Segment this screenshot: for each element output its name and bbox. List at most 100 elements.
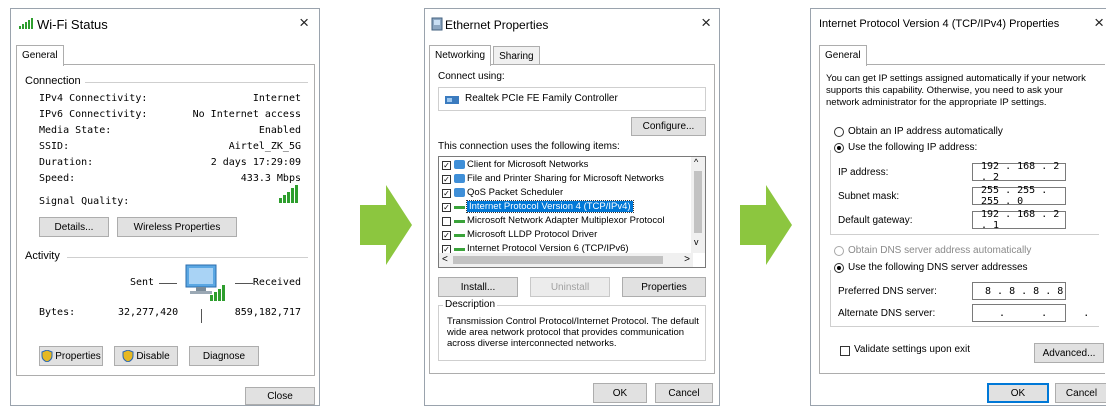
alternate-dns-input[interactable]: . . . bbox=[972, 304, 1089, 322]
list-item[interactable]: Microsoft Network Adapter Multiplexor Pr… bbox=[439, 215, 691, 229]
bytes-received-value: 859,182,717 bbox=[234, 307, 301, 318]
shield-icon bbox=[41, 350, 53, 362]
ip-address-input[interactable]: 192 . 168 . 2 . 2 bbox=[972, 161, 1066, 183]
general-panel: You can get IP settings assigned automat… bbox=[819, 64, 1105, 374]
item-checkbox[interactable]: ✓ bbox=[442, 161, 451, 170]
ipv4-value: Internet bbox=[252, 93, 301, 104]
ipv4-properties-window: Internet Protocol Version 4 (TCP/IPv4) P… bbox=[810, 8, 1106, 406]
item-label: Internet Protocol Version 4 (TCP/IPv4) bbox=[466, 200, 634, 213]
scroll-down-icon[interactable]: v bbox=[694, 237, 699, 247]
network-computer-icon bbox=[185, 264, 225, 301]
protocol-icon bbox=[454, 248, 465, 251]
item-checkbox[interactable]: ✓ bbox=[442, 189, 451, 198]
ok-button[interactable]: OK bbox=[987, 383, 1049, 403]
close-icon[interactable]: × bbox=[299, 13, 309, 33]
tab-strip: General bbox=[16, 45, 64, 66]
tab-strip: General bbox=[819, 45, 867, 66]
default-gateway-label: Default gateway: bbox=[838, 215, 913, 226]
validate-label: Validate settings upon exit bbox=[854, 344, 971, 355]
properties-label: Properties bbox=[55, 350, 101, 362]
details-button[interactable]: Details... bbox=[39, 217, 109, 237]
alternate-dns-label: Alternate DNS server: bbox=[838, 308, 936, 319]
properties-button[interactable]: Properties bbox=[39, 346, 103, 366]
right-arrow-icon bbox=[360, 185, 412, 265]
ip-address-label: IP address: bbox=[838, 167, 889, 178]
signal-bars-icon bbox=[279, 185, 298, 203]
cancel-button[interactable]: Cancel bbox=[1055, 383, 1106, 403]
disable-button[interactable]: Disable bbox=[114, 346, 178, 366]
advanced-button[interactable]: Advanced... bbox=[1034, 343, 1104, 363]
intro-text: You can get IP settings assigned automat… bbox=[826, 73, 1086, 108]
tab-general[interactable]: General bbox=[16, 45, 64, 66]
ipv6-label: IPv6 Connectivity: bbox=[39, 109, 148, 120]
sent-line bbox=[159, 283, 177, 284]
install-button[interactable]: Install... bbox=[438, 277, 518, 297]
list-item[interactable]: ✓ Client for Microsoft Networks bbox=[439, 159, 691, 173]
scrollbar-thumb[interactable] bbox=[453, 256, 663, 264]
obtain-ip-auto-radio[interactable] bbox=[834, 127, 844, 137]
item-checkbox[interactable] bbox=[442, 217, 451, 226]
item-checkbox[interactable]: ✓ bbox=[442, 231, 451, 240]
list-item[interactable]: ✓ Microsoft LLDP Protocol Driver bbox=[439, 229, 691, 243]
wireless-properties-button[interactable]: Wireless Properties bbox=[117, 217, 237, 237]
tab-sharing[interactable]: Sharing bbox=[493, 46, 540, 66]
close-icon[interactable]: × bbox=[1094, 13, 1104, 33]
media-state-value: Enabled bbox=[258, 125, 301, 136]
cancel-button[interactable]: Cancel bbox=[655, 383, 713, 403]
obtain-dns-auto-radio[interactable] bbox=[834, 246, 844, 256]
component-icon bbox=[454, 174, 465, 183]
horizontal-scrollbar[interactable]: < > bbox=[439, 253, 693, 267]
list-item-selected[interactable]: ✓ Internet Protocol Version 4 (TCP/IPv4) bbox=[439, 200, 691, 215]
general-panel: Connection IPv4 Connectivity: Internet I… bbox=[16, 64, 315, 376]
shield-icon bbox=[122, 350, 134, 362]
title-bar: Ethernet Properties × bbox=[425, 9, 719, 39]
sent-label: Sent bbox=[130, 277, 155, 288]
description-label: Description bbox=[443, 299, 498, 310]
window-title: Internet Protocol Version 4 (TCP/IPv4) P… bbox=[819, 18, 1060, 30]
configure-button[interactable]: Configure... bbox=[631, 117, 706, 136]
tab-general[interactable]: General bbox=[819, 45, 867, 66]
item-checkbox[interactable]: ✓ bbox=[442, 203, 451, 212]
diagnose-button[interactable]: Diagnose bbox=[189, 346, 259, 366]
ok-button[interactable]: OK bbox=[593, 383, 647, 403]
subnet-mask-input[interactable]: 255 . 255 . 255 . 0 bbox=[972, 185, 1066, 207]
items-list[interactable]: ✓ Client for Microsoft Networks ✓ File a… bbox=[438, 156, 706, 268]
connection-header: Connection bbox=[25, 75, 81, 87]
item-checkbox[interactable]: ✓ bbox=[442, 175, 451, 184]
list-item[interactable]: ✓ QoS Packet Scheduler bbox=[439, 187, 691, 201]
signal-quality-label: Signal Quality: bbox=[39, 196, 130, 207]
wifi-status-window: Wi-Fi Status × General Connection IPv4 C… bbox=[10, 8, 320, 406]
preferred-dns-label: Preferred DNS server: bbox=[838, 286, 937, 297]
items-label: This connection uses the following items… bbox=[438, 141, 620, 152]
close-icon[interactable]: × bbox=[701, 13, 711, 33]
title-bar: Internet Protocol Version 4 (TCP/IPv4) P… bbox=[811, 9, 1106, 39]
default-gateway-input[interactable]: 192 . 168 . 2 . 1 bbox=[972, 209, 1066, 231]
item-label: File and Printer Sharing for Microsoft N… bbox=[467, 173, 664, 184]
scroll-up-icon[interactable]: ^ bbox=[694, 157, 698, 167]
speed-value: 433.3 Mbps bbox=[240, 173, 301, 184]
list-item[interactable]: ✓ File and Printer Sharing for Microsoft… bbox=[439, 173, 691, 187]
wifi-signal-icon bbox=[19, 18, 33, 29]
validate-checkbox[interactable] bbox=[840, 346, 850, 356]
divider bbox=[67, 257, 308, 258]
vertical-scrollbar[interactable]: ^ v bbox=[691, 157, 705, 253]
scroll-right-icon[interactable]: > bbox=[684, 254, 690, 265]
activity-separator bbox=[201, 309, 202, 323]
bytes-sent-value: 32,277,420 bbox=[118, 307, 179, 318]
uninstall-button[interactable]: Uninstall bbox=[530, 277, 610, 297]
connect-using-label: Connect using: bbox=[438, 71, 505, 82]
component-icon bbox=[454, 188, 465, 197]
ssid-value: Airtel_ZK_5G bbox=[228, 141, 301, 152]
preferred-dns-input[interactable]: 8 . 8 . 8 . 8 bbox=[972, 282, 1066, 300]
item-label: QoS Packet Scheduler bbox=[467, 187, 564, 198]
scroll-left-icon[interactable]: < bbox=[442, 254, 448, 265]
duration-label: Duration: bbox=[39, 157, 94, 168]
scrollbar-thumb[interactable] bbox=[694, 171, 702, 233]
obtain-ip-auto-label: Obtain an IP address automatically bbox=[848, 126, 1003, 137]
close-button[interactable]: Close bbox=[245, 387, 315, 405]
divider bbox=[85, 82, 308, 83]
description-text: Transmission Control Protocol/Internet P… bbox=[447, 316, 699, 349]
tab-networking[interactable]: Networking bbox=[429, 45, 492, 66]
properties-button[interactable]: Properties bbox=[622, 277, 706, 297]
item-label: Microsoft Network Adapter Multiplexor Pr… bbox=[467, 215, 665, 226]
